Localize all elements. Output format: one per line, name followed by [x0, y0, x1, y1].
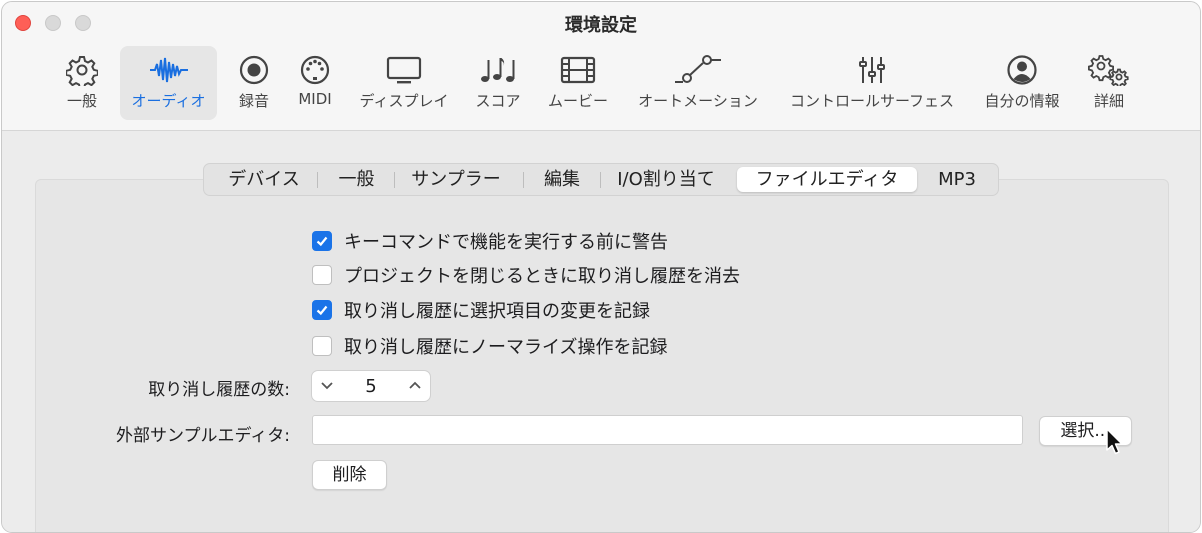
display-icon — [385, 54, 423, 86]
tab-divider — [600, 172, 601, 188]
toolbar-item-automation[interactable]: オートメーション — [633, 46, 763, 120]
tab-divider — [394, 172, 395, 188]
toolbar-item-score[interactable]: スコア — [470, 46, 526, 120]
toolbar-item-display[interactable]: ディスプレイ — [356, 46, 452, 120]
option-record-normalize[interactable]: 取り消し履歴にノーマライズ操作を記録 — [312, 334, 667, 358]
toolbar-item-label: オートメーション — [638, 92, 758, 110]
gears-icon — [1087, 54, 1131, 86]
toolbar-item-label: ディスプレイ — [359, 92, 449, 110]
music-notes-icon — [478, 54, 518, 86]
toolbar-item-label: 一般 — [66, 92, 97, 110]
toolbar-item-label: 録音 — [238, 92, 269, 110]
toolbar-item-label: オーディオ — [131, 92, 206, 110]
toolbar: 環境設定 一般 オーディオ 録音 MIDI ディスプレイ スコア ムービー オー… — [2, 2, 1200, 131]
toolbar-item-record[interactable]: 録音 — [231, 46, 277, 120]
checkbox-label: 取り消し履歴に選択項目の変更を記録 — [344, 301, 650, 322]
tab-devices[interactable]: デバイス — [214, 167, 314, 192]
chevron-up-icon[interactable] — [408, 380, 422, 392]
person-circle-icon — [1006, 54, 1038, 86]
checkbox[interactable] — [312, 336, 332, 356]
toolbar-item-label: ムービー — [547, 92, 608, 110]
tab-divider — [523, 172, 524, 188]
tab-bar: デバイス 一般 サンプラー 編集 I/O割り当て ファイルエディタ MP3 — [203, 163, 999, 196]
checkmark-icon — [316, 305, 328, 316]
checkbox[interactable] — [312, 300, 332, 320]
record-icon — [238, 54, 270, 86]
external-editor-label: 外部サンプルエディタ: — [115, 426, 290, 446]
toolbar-item-advanced[interactable]: 詳細 — [1084, 46, 1134, 120]
toolbar-item-general[interactable]: 一般 — [57, 46, 107, 120]
undo-steps-stepper: 5 — [311, 370, 431, 402]
tab-divider — [317, 172, 318, 188]
undo-steps-label: 取り消し履歴の数: — [148, 380, 290, 400]
toolbar-item-label: 詳細 — [1093, 92, 1124, 110]
faders-icon — [856, 54, 888, 86]
tab-general[interactable]: 一般 — [323, 167, 390, 192]
window-title: 環境設定 — [565, 15, 637, 36]
tab-io-assignments[interactable]: I/O割り当て — [606, 167, 726, 192]
delete-button[interactable]: 削除 — [312, 460, 387, 490]
option-clear-undo-on-close[interactable]: プロジェクトを閉じるときに取り消し履歴を消去 — [312, 263, 740, 287]
tab-mp3[interactable]: MP3 — [920, 167, 994, 192]
checkbox-label: 取り消し履歴にノーマライズ操作を記録 — [344, 337, 668, 358]
gear-icon — [66, 54, 98, 86]
option-warn-before-key-command[interactable]: キーコマンドで機能を実行する前に警告 — [312, 229, 668, 253]
preferences-window: 環境設定 一般 オーディオ 録音 MIDI ディスプレイ スコア ムービー オー… — [1, 1, 1201, 533]
external-editor-path-field[interactable] — [312, 415, 1023, 445]
checkbox[interactable] — [312, 265, 332, 285]
toolbar-item-label: MIDI — [298, 90, 332, 108]
automation-curve-icon — [673, 54, 723, 86]
toolbar-item-control-surfaces[interactable]: コントロールサーフェス — [784, 46, 960, 120]
film-icon — [559, 54, 597, 86]
toolbar-item-label: 自分の情報 — [984, 92, 1060, 110]
checkbox[interactable] — [312, 231, 332, 251]
tab-editing[interactable]: 編集 — [529, 167, 595, 192]
checkbox-label: プロジェクトを閉じるときに取り消し履歴を消去 — [344, 266, 740, 287]
toolbar-item-audio[interactable]: オーディオ — [120, 46, 217, 120]
toolbar-item-movie[interactable]: ムービー — [542, 46, 614, 120]
toolbar-item-midi[interactable]: MIDI — [292, 46, 338, 120]
content-area: デバイス 一般 サンプラー 編集 I/O割り当て ファイルエディタ MP3 キー… — [2, 131, 1200, 532]
tab-sampler[interactable]: サンプラー — [400, 167, 512, 192]
option-record-selection-changes[interactable]: 取り消し履歴に選択項目の変更を記録 — [312, 298, 650, 322]
toolbar-item-my-info[interactable]: 自分の情報 — [976, 46, 1068, 120]
mouse-pointer-icon — [1106, 428, 1123, 455]
toolbar-item-label: スコア — [475, 92, 521, 110]
midi-port-icon — [299, 54, 331, 86]
toolbar-item-label: コントロールサーフェス — [789, 92, 955, 110]
waveform-icon — [149, 54, 189, 86]
checkmark-icon — [316, 236, 328, 247]
tab-file-editor[interactable]: ファイルエディタ — [737, 167, 917, 192]
checkbox-label: キーコマンドで機能を実行する前に警告 — [344, 232, 668, 253]
